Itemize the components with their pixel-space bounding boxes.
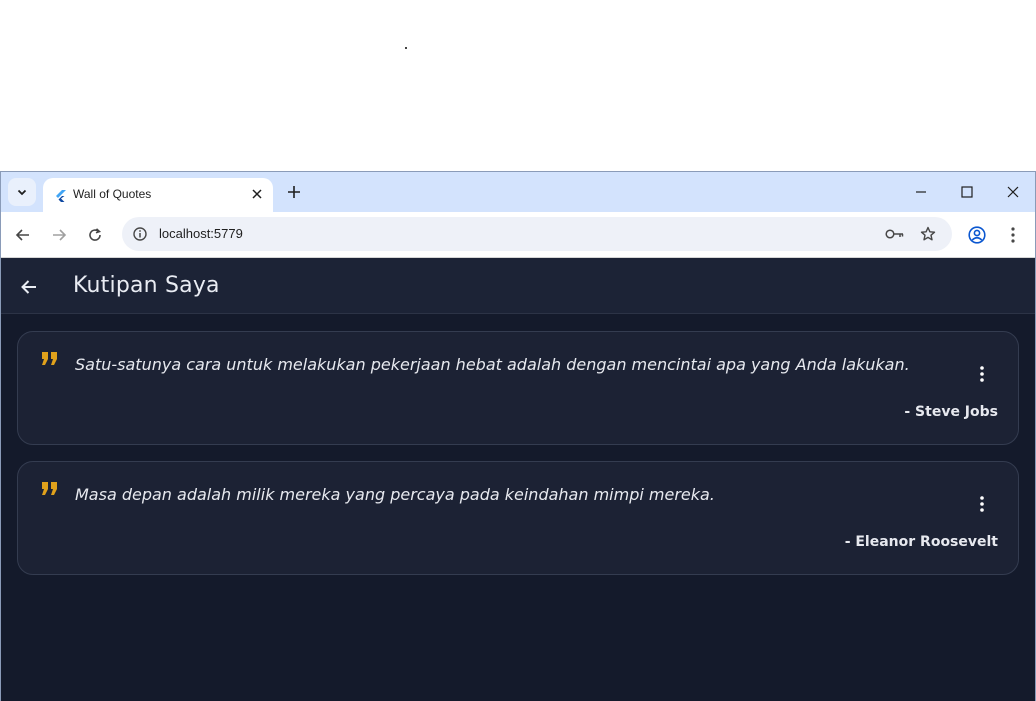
minimize-icon bbox=[916, 191, 926, 193]
quote-author: - Steve Jobs bbox=[904, 404, 998, 420]
flutter-icon bbox=[56, 190, 66, 202]
desktop-background bbox=[0, 0, 1036, 172]
plus-icon bbox=[288, 186, 300, 198]
quote-card: Satu-satunya cara untuk melakukan pekerj… bbox=[17, 331, 1019, 445]
minimize-button[interactable] bbox=[906, 178, 936, 206]
app-bar: Kutipan Saya bbox=[1, 258, 1035, 314]
window-close-button[interactable] bbox=[998, 178, 1028, 206]
maximize-icon bbox=[961, 186, 973, 198]
quote-author: - Eleanor Roosevelt bbox=[844, 534, 998, 550]
desktop-dot bbox=[405, 47, 407, 49]
chevron-down-icon bbox=[17, 189, 27, 196]
tab-strip: Wall of Quotes bbox=[1, 172, 1035, 212]
key-icon bbox=[885, 229, 904, 239]
browser-toolbar: localhost:5779 bbox=[1, 212, 1035, 258]
tab-close-button[interactable] bbox=[249, 186, 265, 202]
site-info-button[interactable] bbox=[130, 224, 150, 244]
close-icon bbox=[252, 189, 262, 199]
profile-button[interactable] bbox=[963, 221, 991, 249]
back-button[interactable] bbox=[9, 221, 37, 249]
bookmark-button[interactable] bbox=[918, 224, 938, 244]
kebab-menu-icon bbox=[980, 366, 984, 382]
quote-icon bbox=[42, 352, 57, 365]
reload-icon bbox=[89, 228, 102, 241]
page-title: Kutipan Saya bbox=[73, 273, 220, 298]
address-bar[interactable]: localhost:5779 bbox=[122, 217, 952, 251]
arrow-left-icon bbox=[21, 280, 36, 294]
reload-button[interactable] bbox=[81, 221, 109, 249]
browser-window: Wall of Quotes localhost:5779 Kutipan Sa… bbox=[0, 171, 1036, 701]
quote-icon bbox=[42, 482, 57, 495]
password-button[interactable] bbox=[885, 224, 905, 244]
quote-menu-button[interactable] bbox=[972, 362, 992, 386]
kebab-menu-icon bbox=[1011, 227, 1015, 243]
quote-menu-button[interactable] bbox=[972, 492, 992, 516]
forward-button[interactable] bbox=[45, 221, 73, 249]
new-tab-button[interactable] bbox=[283, 181, 305, 203]
arrow-left-icon bbox=[15, 229, 29, 241]
info-icon bbox=[133, 227, 147, 241]
quote-text: Satu-satunya cara untuk melakukan pekerj… bbox=[75, 355, 910, 374]
app-viewport: Kutipan Saya Satu-satunya cara untuk mel… bbox=[1, 258, 1035, 701]
url-text[interactable]: localhost:5779 bbox=[159, 226, 243, 241]
tab-title: Wall of Quotes bbox=[73, 187, 152, 201]
quote-card: Masa depan adalah milik mereka yang perc… bbox=[17, 461, 1019, 575]
tab-active[interactable]: Wall of Quotes bbox=[43, 178, 273, 212]
browser-menu-button[interactable] bbox=[999, 221, 1027, 249]
arrow-right-icon bbox=[53, 229, 67, 241]
close-icon bbox=[1007, 186, 1019, 198]
profile-icon bbox=[968, 226, 986, 244]
maximize-button[interactable] bbox=[952, 178, 982, 206]
tab-search-button[interactable] bbox=[8, 178, 36, 206]
kebab-menu-icon bbox=[980, 496, 984, 512]
app-back-button[interactable] bbox=[15, 273, 43, 301]
quote-text: Masa depan adalah milik mereka yang perc… bbox=[75, 485, 715, 504]
star-icon bbox=[920, 226, 936, 241]
